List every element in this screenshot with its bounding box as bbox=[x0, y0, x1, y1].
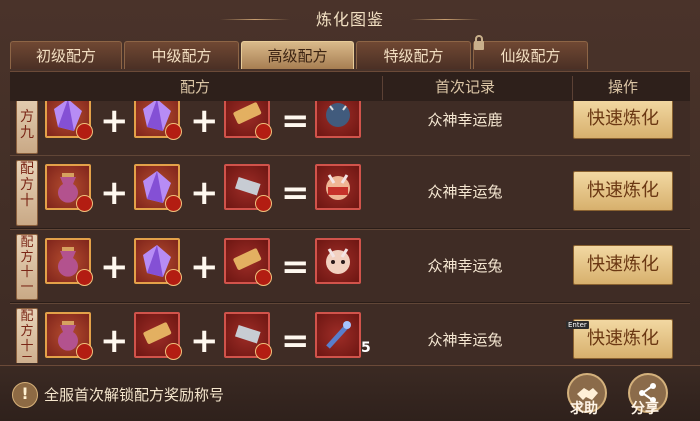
quick-refine-button[interactable]: 快速炼化 bbox=[573, 245, 673, 285]
recipe-row: 配方十二 + + = 5 众神幸运兔 快速炼化 bbox=[10, 303, 690, 363]
bound-badge-icon bbox=[76, 123, 93, 140]
bound-badge-icon bbox=[76, 343, 93, 360]
bound-badge-icon bbox=[255, 195, 272, 212]
bound-badge-icon bbox=[255, 123, 272, 140]
first-record-name: 众神幸运鹿 bbox=[427, 111, 503, 129]
plus-icon: + bbox=[100, 173, 129, 213]
crystal-item-slot[interactable] bbox=[134, 164, 182, 212]
equals-icon: = bbox=[281, 247, 310, 287]
recipe-label: 配方十 bbox=[16, 160, 38, 226]
plus-icon: + bbox=[100, 101, 129, 141]
recipe-row: 方九 + + = 众神幸运鹿 快速炼化 bbox=[10, 101, 690, 157]
footer-bar: ! 全服首次解锁配方奖励称号 求助 分享 bbox=[0, 365, 700, 421]
spirit-whip-icon bbox=[326, 321, 351, 349]
result-item-slot[interactable] bbox=[315, 164, 361, 210]
wood-item-slot[interactable] bbox=[224, 101, 272, 140]
tab-advanced[interactable]: 高级配方 bbox=[241, 41, 354, 69]
recipe-row: 配方十 + + = 众神幸运兔 快速炼化 bbox=[10, 155, 690, 229]
enter-tooltip: Enter bbox=[566, 321, 589, 329]
tab-immortal[interactable]: 仙级配方 bbox=[473, 41, 588, 69]
tab-intermediate[interactable]: 中级配方 bbox=[124, 41, 239, 69]
info-exclamation-icon: ! bbox=[12, 382, 38, 408]
bound-badge-icon bbox=[76, 195, 93, 212]
ore-item-slot[interactable] bbox=[224, 312, 272, 360]
recipe-row: 配方十一 + + = 众神幸运兔 快速炼化 bbox=[10, 229, 690, 303]
bound-badge-icon bbox=[165, 269, 182, 286]
first-record-name: 众神幸运兔 bbox=[427, 257, 503, 275]
page-title: 炼化图鉴 bbox=[315, 10, 384, 29]
equals-icon: = bbox=[281, 173, 310, 213]
equals-icon: = bbox=[281, 321, 310, 361]
potion-item-slot[interactable] bbox=[45, 238, 93, 286]
crystal-item-slot[interactable] bbox=[134, 238, 182, 286]
plus-icon: + bbox=[190, 321, 219, 361]
result-item-slot[interactable] bbox=[315, 238, 361, 284]
header-action: 操作 bbox=[607, 78, 638, 96]
bound-badge-icon bbox=[76, 269, 93, 286]
potion-item-slot[interactable] bbox=[45, 312, 93, 360]
potion-item-slot[interactable] bbox=[45, 164, 93, 212]
rabbit-mount-icon bbox=[326, 174, 350, 200]
title-right-line bbox=[410, 19, 480, 20]
ore-item-slot[interactable] bbox=[224, 164, 272, 212]
bound-badge-icon bbox=[255, 343, 272, 360]
first-record-name: 众神幸运兔 bbox=[427, 331, 503, 349]
plus-icon: + bbox=[190, 247, 219, 287]
deer-mount-icon bbox=[326, 103, 350, 127]
plus-icon: + bbox=[100, 247, 129, 287]
recipe-label: 配方十二 bbox=[16, 308, 38, 363]
bound-badge-icon bbox=[165, 195, 182, 212]
bound-badge-icon bbox=[165, 123, 182, 140]
result-item-slot[interactable] bbox=[315, 312, 361, 358]
header-divider bbox=[382, 76, 383, 100]
bound-badge-icon bbox=[255, 269, 272, 286]
plus-icon: + bbox=[190, 173, 219, 213]
tab-special[interactable]: 特级配方 bbox=[356, 41, 471, 69]
lock-icon bbox=[474, 35, 484, 50]
plus-icon: + bbox=[100, 321, 129, 361]
header-first-record: 首次记录 bbox=[434, 78, 495, 96]
recipe-label: 方九 bbox=[16, 101, 38, 154]
equals-icon: = bbox=[281, 101, 310, 141]
item-count: 5 bbox=[361, 340, 371, 356]
first-record-name: 众神幸运兔 bbox=[427, 183, 503, 201]
crystal-item-slot[interactable] bbox=[45, 101, 93, 140]
table-header: 配方 首次记录 操作 bbox=[10, 71, 690, 102]
quick-refine-button[interactable]: 快速炼化 bbox=[573, 171, 673, 211]
share-label: 分享 bbox=[631, 401, 659, 417]
wood-item-slot[interactable] bbox=[134, 312, 182, 360]
alchemy-panel: 炼化图鉴 初级配方 中级配方 高级配方 特级配方 仙级配方 配方 首次记录 操作… bbox=[0, 0, 700, 421]
recipe-label: 配方十一 bbox=[16, 234, 38, 300]
help-label: 求助 bbox=[570, 401, 598, 417]
reward-notice: 全服首次解锁配方奖励称号 bbox=[44, 386, 225, 404]
header-recipe: 配方 bbox=[179, 78, 210, 96]
result-item-slot[interactable] bbox=[315, 101, 361, 138]
quick-refine-button[interactable]: 快速炼化 bbox=[573, 101, 673, 139]
rabbit-mount-icon bbox=[326, 248, 350, 274]
bound-badge-icon bbox=[165, 343, 182, 360]
wood-item-slot[interactable] bbox=[224, 238, 272, 286]
plus-icon: + bbox=[190, 101, 219, 141]
tab-basic[interactable]: 初级配方 bbox=[10, 41, 122, 69]
crystal-item-slot[interactable] bbox=[134, 101, 182, 140]
